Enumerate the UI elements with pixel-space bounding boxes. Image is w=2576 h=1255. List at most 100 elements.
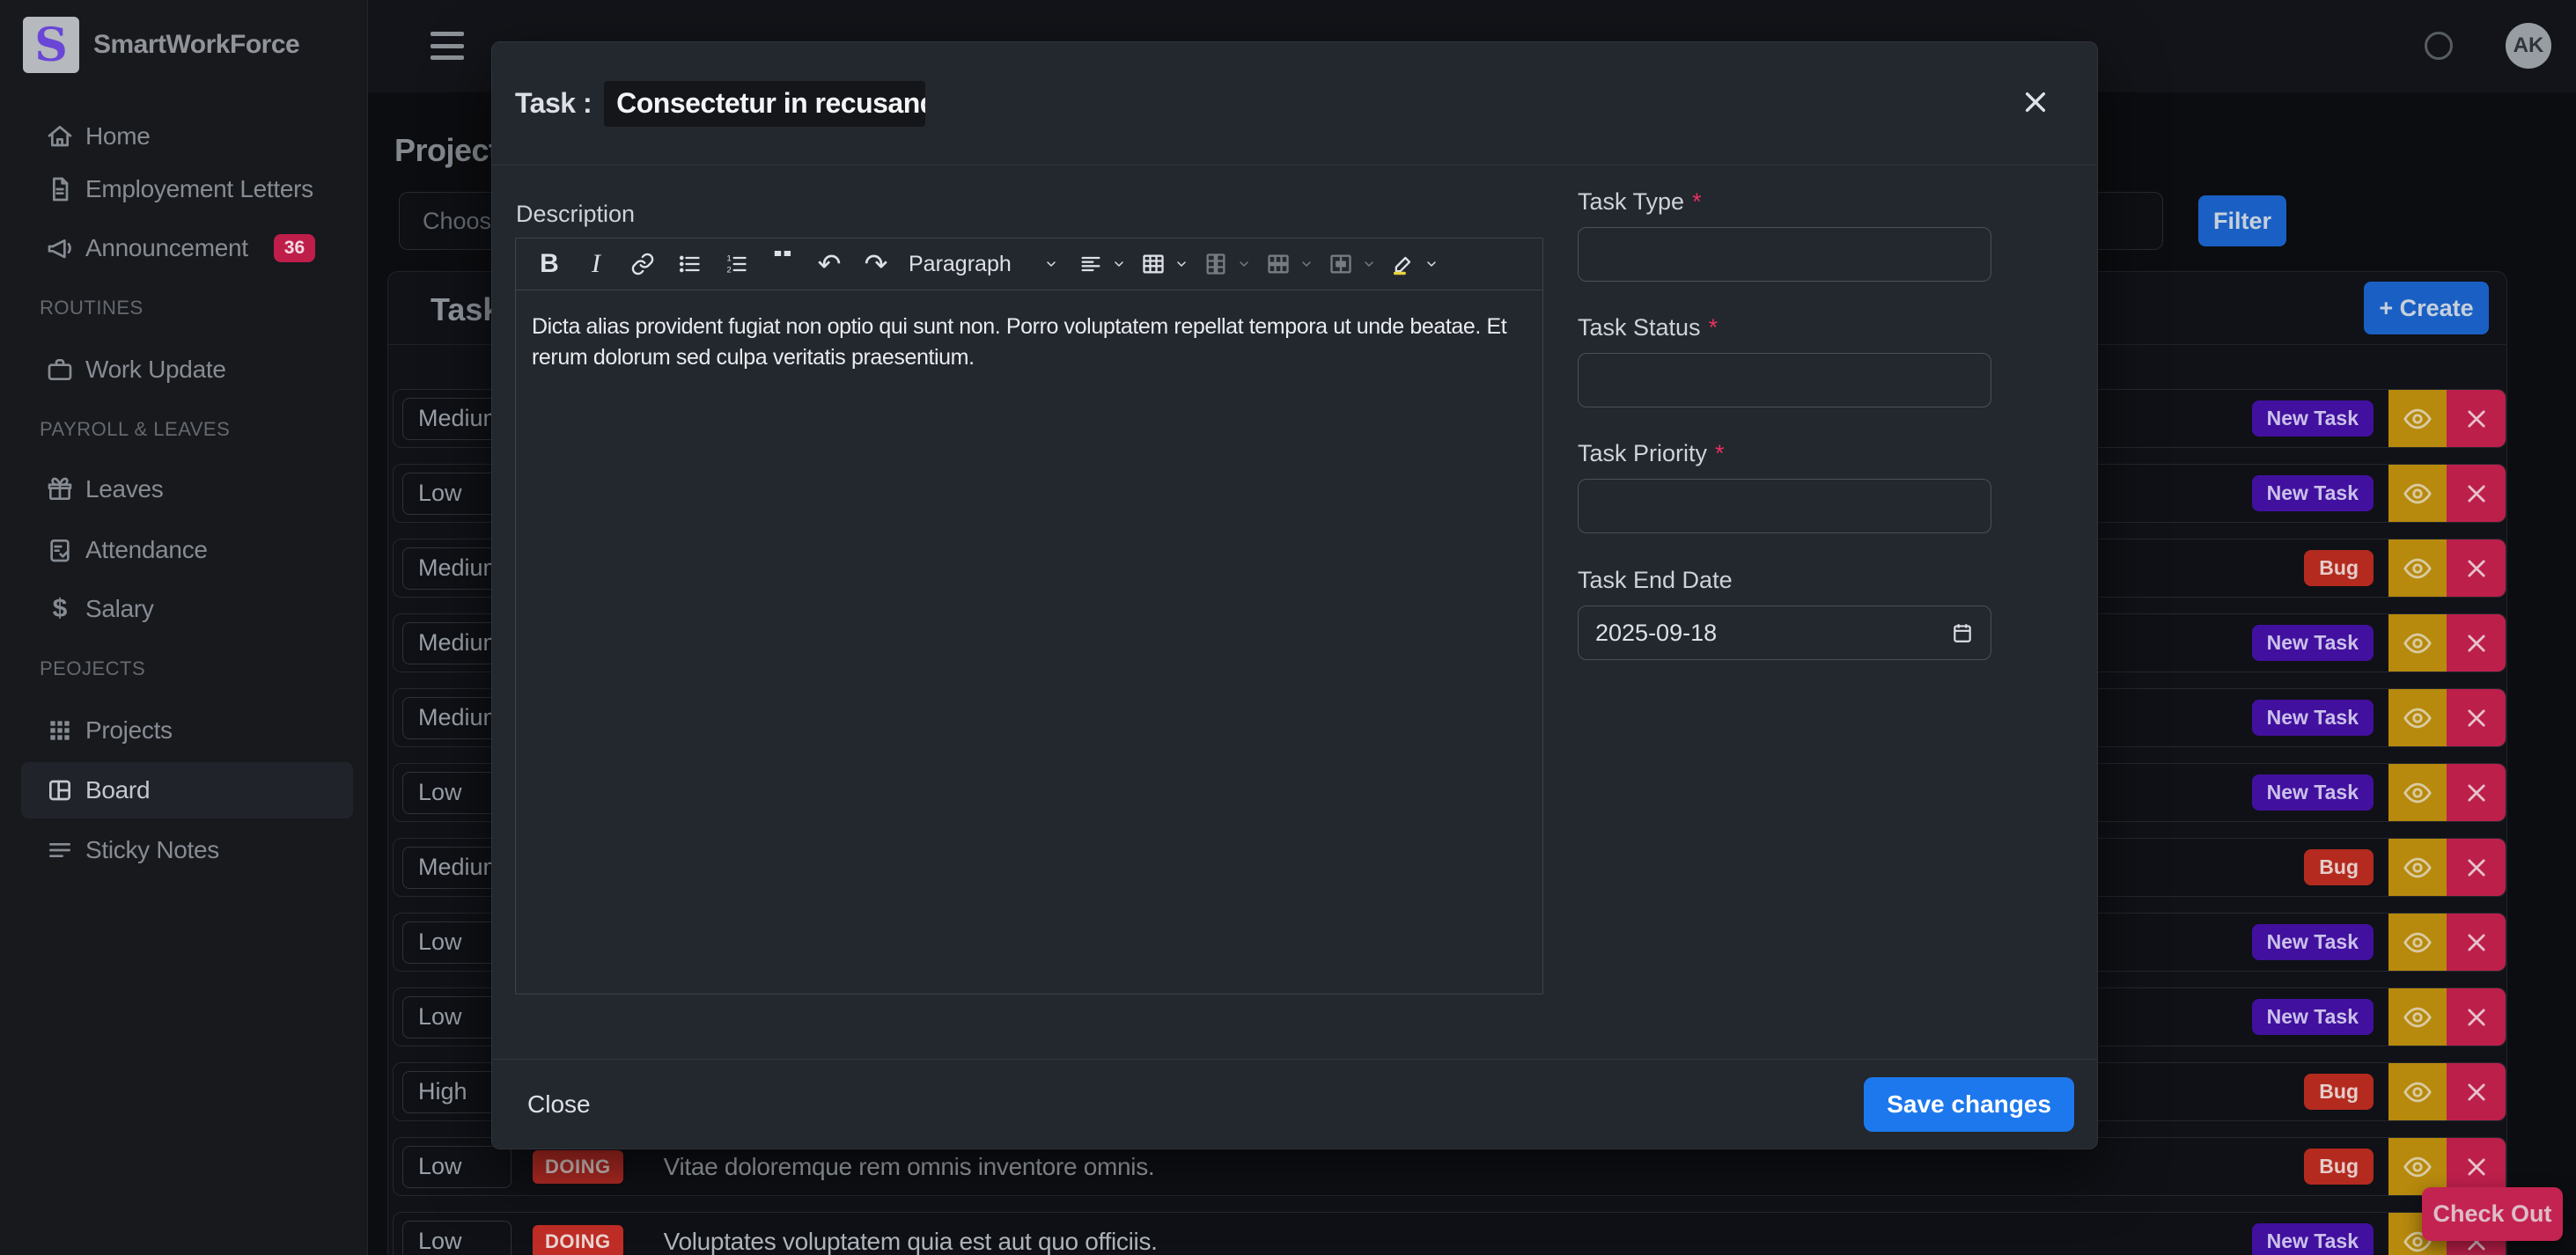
filter-button[interactable]: Filter bbox=[2198, 195, 2286, 246]
close-icon bbox=[2464, 930, 2489, 955]
sidebar-item-board[interactable]: Board bbox=[21, 762, 353, 818]
eye-icon bbox=[2403, 853, 2432, 883]
app-logo[interactable]: S SmartWorkForce bbox=[23, 17, 299, 73]
task-type-badge: New Task bbox=[2252, 924, 2374, 960]
modal-footer: Close Save changes bbox=[492, 1059, 2097, 1149]
eye-icon bbox=[2403, 778, 2432, 808]
delete-task-button[interactable] bbox=[2447, 389, 2506, 448]
close-icon bbox=[2464, 781, 2489, 805]
sidebar-item-projects[interactable]: Projects bbox=[21, 702, 353, 759]
table-column-dropdown[interactable] bbox=[1196, 245, 1235, 283]
blockquote-button[interactable]: “ bbox=[763, 245, 802, 283]
view-task-button[interactable] bbox=[2388, 838, 2447, 897]
table-row-icon bbox=[1266, 252, 1291, 276]
close-icon bbox=[2464, 556, 2489, 581]
merge-cells-dropdown[interactable] bbox=[1321, 245, 1360, 283]
task-end-date-label: Task End Date bbox=[1578, 567, 1733, 593]
dollar-icon: $ bbox=[46, 594, 74, 624]
menu-toggle-icon[interactable] bbox=[431, 32, 464, 60]
delete-task-button[interactable] bbox=[2447, 987, 2506, 1046]
eye-icon bbox=[2403, 1077, 2432, 1107]
modal-close-footer-button[interactable]: Close bbox=[515, 1090, 603, 1119]
priority-select[interactable]: Low bbox=[402, 1221, 512, 1255]
close-icon bbox=[2464, 481, 2489, 506]
clipboard-check-icon bbox=[46, 536, 74, 564]
task-end-date-input[interactable]: 2025-09-18 bbox=[1578, 605, 1991, 660]
view-task-button[interactable] bbox=[2388, 389, 2447, 448]
sidebar-item-employement-letters[interactable]: Employement Letters bbox=[21, 161, 353, 217]
modal-close-button[interactable] bbox=[2021, 84, 2057, 120]
merge-cells-icon bbox=[1328, 252, 1353, 276]
sidebar-item-label: Projects bbox=[85, 716, 173, 745]
description-editor-content[interactable]: Dicta alias provident fugiat non optio q… bbox=[516, 290, 1542, 394]
lines-icon bbox=[46, 836, 74, 864]
paragraph-dropdown[interactable]: Paragraph bbox=[903, 245, 1064, 283]
table-row: Low DOING Voluptates voluptatem quia est… bbox=[393, 1212, 2506, 1255]
task-type-badge: New Task bbox=[2252, 1223, 2374, 1255]
numbered-list-button[interactable]: 12 bbox=[717, 245, 755, 283]
sidebar-item-salary[interactable]: $ Salary bbox=[21, 581, 353, 637]
sidebar-item-work-update[interactable]: Work Update bbox=[21, 341, 353, 398]
sidebar-item-announcement[interactable]: Announcement 36 bbox=[21, 220, 353, 276]
modal-title-label: Task : bbox=[515, 87, 592, 120]
table-icon bbox=[1141, 252, 1166, 276]
chevron-down-icon bbox=[1112, 257, 1126, 271]
italic-button[interactable]: I bbox=[577, 245, 615, 283]
view-task-button[interactable] bbox=[2388, 464, 2447, 523]
sidebar-item-sticky-notes[interactable]: Sticky Notes bbox=[21, 822, 353, 878]
task-priority-input[interactable] bbox=[1578, 479, 1991, 533]
bold-button[interactable]: B bbox=[530, 245, 569, 283]
view-task-button[interactable] bbox=[2388, 613, 2447, 672]
avatar[interactable]: AK bbox=[2506, 23, 2551, 69]
delete-task-button[interactable] bbox=[2447, 838, 2506, 897]
sidebar: S SmartWorkForce Home Employement Letter… bbox=[0, 0, 368, 1255]
briefcase-icon bbox=[46, 356, 74, 384]
status-badge: DOING bbox=[533, 1150, 623, 1184]
close-icon bbox=[2021, 88, 2050, 116]
view-task-button[interactable] bbox=[2388, 987, 2447, 1046]
create-task-button[interactable]: + Create bbox=[2364, 282, 2489, 334]
task-priority-label: Task Priority bbox=[1578, 440, 1707, 466]
sidebar-item-home[interactable]: Home bbox=[21, 108, 353, 165]
link-button[interactable] bbox=[623, 245, 662, 283]
view-task-button[interactable] bbox=[2388, 539, 2447, 598]
delete-task-button[interactable] bbox=[2447, 464, 2506, 523]
table-column-icon bbox=[1203, 252, 1228, 276]
close-icon bbox=[2464, 407, 2489, 431]
eye-icon bbox=[2403, 1152, 2432, 1182]
delete-task-button[interactable] bbox=[2447, 539, 2506, 598]
status-ring-icon[interactable] bbox=[2425, 32, 2453, 60]
view-task-button[interactable] bbox=[2388, 913, 2447, 972]
delete-task-button[interactable] bbox=[2447, 1062, 2506, 1121]
priority-select[interactable]: Low bbox=[402, 1146, 512, 1188]
task-status-input[interactable] bbox=[1578, 353, 1991, 407]
eye-icon bbox=[2403, 554, 2432, 583]
task-type-badge: New Task bbox=[2252, 700, 2374, 736]
undo-button[interactable]: ↶ bbox=[810, 245, 849, 283]
view-task-button[interactable] bbox=[2388, 688, 2447, 747]
save-changes-button[interactable]: Save changes bbox=[1864, 1077, 2074, 1132]
highlight-dropdown[interactable] bbox=[1384, 245, 1423, 283]
delete-task-button[interactable] bbox=[2447, 913, 2506, 972]
sidebar-item-attendance[interactable]: Attendance bbox=[21, 522, 353, 578]
text-alignment-dropdown[interactable] bbox=[1071, 245, 1110, 283]
task-end-date-field: Task End Date 2025-09-18 bbox=[1578, 567, 1991, 660]
chevron-down-icon bbox=[1362, 257, 1376, 271]
sidebar-item-leaves[interactable]: Leaves bbox=[21, 461, 353, 517]
view-task-button[interactable] bbox=[2388, 1062, 2447, 1121]
delete-task-button[interactable] bbox=[2447, 688, 2506, 747]
task-type-input[interactable] bbox=[1578, 227, 1991, 282]
chevron-down-icon bbox=[1299, 257, 1314, 271]
task-title-input[interactable]: Consectetur in recusand bbox=[604, 81, 925, 127]
bulleted-list-button[interactable] bbox=[670, 245, 709, 283]
sidebar-section-projects: PEOJECTS bbox=[40, 657, 145, 680]
view-task-button[interactable] bbox=[2388, 763, 2447, 822]
table-row-dropdown[interactable] bbox=[1259, 245, 1298, 283]
insert-table-dropdown[interactable] bbox=[1134, 245, 1173, 283]
redo-button[interactable]: ↷ bbox=[857, 245, 895, 283]
check-out-button[interactable]: Check Out bbox=[2422, 1187, 2563, 1241]
delete-task-button[interactable] bbox=[2447, 763, 2506, 822]
task-type-field: Task Type* bbox=[1578, 188, 1991, 282]
delete-task-button[interactable] bbox=[2447, 613, 2506, 672]
megaphone-icon bbox=[46, 234, 74, 262]
